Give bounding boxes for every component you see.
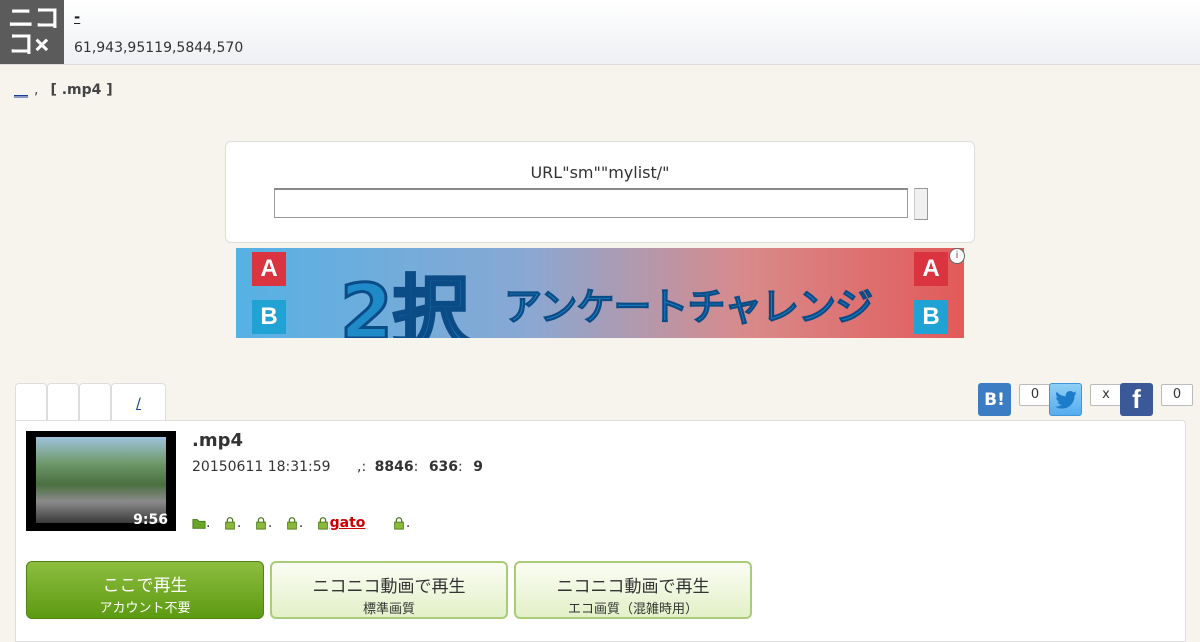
twitter-count: x (1090, 384, 1122, 406)
video-meta: 20150611 18:31:59 ,: 8846: 636: 9 (192, 459, 483, 475)
site-title-link[interactable]: - (74, 8, 80, 26)
site-logo[interactable]: ニ コ コ × (0, 0, 64, 64)
tag-item[interactable]: . (392, 515, 410, 531)
facebook-count: 0 (1161, 384, 1193, 406)
video-duration: 9:56 (133, 512, 168, 528)
twitter-bird-icon (1054, 390, 1077, 409)
site-stats: 61,943,95119,5844,570 (74, 40, 244, 56)
play-niconico-standard-button[interactable]: ニコニコ動画で再生 標準画質 (270, 561, 508, 619)
search-panel: URL"sm""mylist/" (225, 141, 975, 243)
lock-icon (225, 517, 235, 530)
thumbnail-image (36, 437, 166, 523)
logo-char: × (34, 30, 50, 60)
banner-badge-b: B (252, 300, 286, 334)
logo-char: コ (34, 4, 61, 34)
tag-item[interactable]: . (285, 515, 303, 531)
search-hint: URL"sm""mylist/" (530, 163, 670, 182)
upload-datetime: 20150611 18:31:59 (192, 459, 331, 475)
tab-label: / (136, 396, 141, 412)
play-button-label: ニコニコ動画で再生 (312, 577, 466, 597)
logo-char: ニ (8, 4, 35, 34)
tag-list: . . . . gato . (192, 515, 418, 531)
tag-link-gato[interactable]: gato (330, 515, 366, 531)
play-here-button[interactable]: ここで再生 アカウント不要 (26, 561, 264, 619)
mylist-count: 9 (473, 459, 483, 475)
stat-colon: : (458, 459, 463, 475)
tab-3[interactable] (79, 383, 111, 421)
hatena-bookmark-button[interactable]: B! (978, 383, 1011, 416)
play-button-sublabel: アカウント不要 (99, 601, 191, 616)
video-panel: 9:56 .mp4 20150611 18:31:59 ,: 8846: 636… (15, 420, 1186, 642)
breadcrumb: __, [ .mp4 ] (14, 82, 113, 98)
video-title: .mp4 (192, 430, 244, 451)
banner-badge-a: A (914, 252, 948, 286)
stats-separator: ,: (357, 459, 367, 475)
tag-item[interactable]: . (192, 515, 210, 531)
video-thumbnail[interactable]: 9:56 (26, 431, 176, 531)
play-button-label: ここで再生 (102, 576, 188, 596)
tag-item[interactable]: gato (316, 515, 366, 531)
play-button-sublabel: エコ画質（混雑時用） (567, 602, 698, 617)
advertisement-banner[interactable]: A B 2択 アンケートチャレンジ A B (236, 248, 964, 338)
logo-char: コ (8, 30, 35, 60)
tab-4[interactable]: / (111, 383, 166, 421)
site-header: ニ コ コ × - 61,943,95119,5844,570 (0, 0, 1200, 65)
ad-info-icon[interactable]: i (949, 248, 965, 264)
tag-label: . (236, 515, 242, 531)
folder-icon (192, 519, 206, 529)
banner-subtitle: アンケートチャレンジ (503, 285, 873, 330)
banner-badge-a: A (252, 252, 286, 286)
tag-item[interactable]: . (254, 515, 272, 531)
lock-icon (317, 517, 328, 530)
banner-headline: 2択 (339, 266, 471, 339)
breadcrumb-current: [ .mp4 ] (50, 82, 113, 98)
tag-item[interactable]: . (223, 515, 241, 531)
play-button-sublabel: 標準画質 (362, 602, 415, 617)
lock-icon (256, 517, 266, 530)
search-input[interactable] (274, 188, 908, 218)
comment-count: 636 (428, 459, 459, 475)
tag-label: . (405, 515, 411, 531)
lock-icon (394, 517, 404, 530)
facebook-share-button[interactable]: f (1120, 383, 1153, 416)
tab-1[interactable] (15, 383, 47, 421)
play-niconico-eco-button[interactable]: ニコニコ動画で再生 エコ画質（混雑時用） (514, 561, 752, 619)
play-button-label: ニコニコ動画で再生 (556, 577, 710, 597)
tag-label: . (298, 515, 304, 531)
banner-badge-b: B (914, 300, 948, 334)
lock-icon (286, 517, 297, 530)
search-submit-button[interactable] (914, 188, 928, 220)
twitter-share-button[interactable] (1049, 383, 1082, 416)
stat-colon: : (413, 459, 419, 475)
tag-label: . (206, 515, 211, 531)
breadcrumb-home-link[interactable]: __ (14, 82, 28, 98)
tag-label: . (267, 515, 273, 531)
hatena-count: 0 (1019, 384, 1051, 406)
breadcrumb-separator: , (34, 82, 39, 98)
tab-2[interactable] (47, 383, 79, 421)
view-count: 8846 (374, 459, 414, 475)
